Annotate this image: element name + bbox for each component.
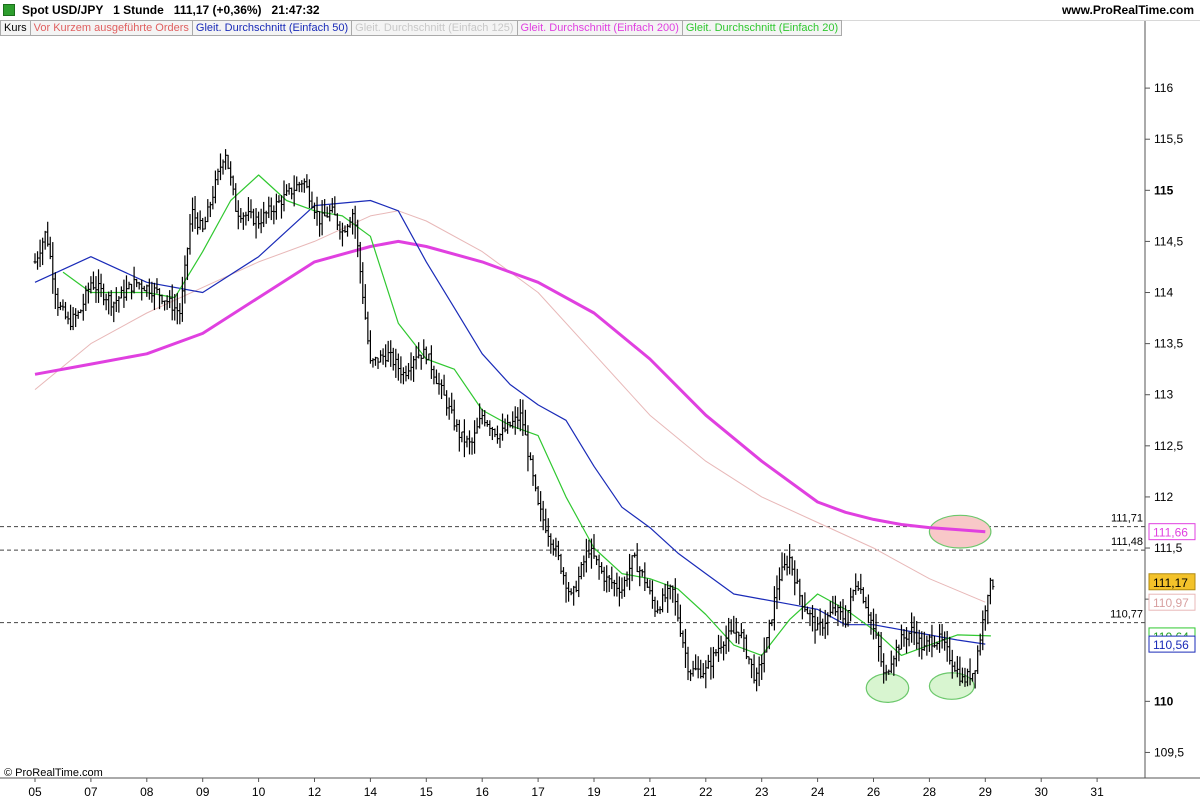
axes: 116 115,5 115 114,5 114 113,5 113 112,5 112 111,5… <box>0 20 1200 799</box>
price-bars <box>33 149 995 692</box>
y-tick-label: 115 <box>1154 183 1174 197</box>
legend-item-ma50[interactable]: Gleit. Durchschnitt (Einfach 50) <box>192 20 353 36</box>
x-tick-label: 14 <box>364 785 378 799</box>
x-tick-label: 12 <box>308 785 322 799</box>
x-tick-label: 15 <box>420 785 434 799</box>
legend-item-price[interactable]: Kurs <box>0 20 31 36</box>
x-tick-label: 05 <box>28 785 42 799</box>
x-tick-label: 22 <box>699 785 713 799</box>
legend-item-ma200[interactable]: Gleit. Durchschnitt (Einfach 200) <box>517 20 683 36</box>
value-tag-label: 110,56 <box>1153 638 1189 652</box>
x-tick-label: 30 <box>1035 785 1049 799</box>
x-tick-label: 07 <box>84 785 98 799</box>
horizontal-line-label: 111,48 <box>1111 536 1143 548</box>
x-tick-label: 26 <box>867 785 881 799</box>
y-tick-label: 109,5 <box>1154 745 1184 759</box>
y-tick-label: 116 <box>1154 81 1173 95</box>
value-tag-label: 111,66 <box>1153 526 1188 540</box>
x-tick-label: 16 <box>476 785 490 799</box>
y-tick-label: 113 <box>1154 388 1173 402</box>
instrument-title: Spot USD/JPY 1 Stunde 111,17 (+0,36%) 21… <box>22 3 320 17</box>
y-tick-label: 112 <box>1154 490 1173 504</box>
y-tick-label: 115,5 <box>1154 132 1183 146</box>
ma200-line <box>34 239 986 534</box>
y-tick-label: 110 <box>1154 694 1174 708</box>
x-tick-label: 19 <box>587 785 601 799</box>
ma20-line <box>62 174 991 657</box>
x-tick-label: 28 <box>923 785 937 799</box>
y-tick-label: 113,5 <box>1154 337 1183 351</box>
value-tag-label: 111,17 <box>1153 576 1188 590</box>
instrument-color-icon <box>3 4 15 16</box>
x-tick-label: 10 <box>252 785 266 799</box>
y-tick-label: 114 <box>1154 286 1173 300</box>
x-tick-label: 21 <box>643 785 657 799</box>
legend-item-ma125[interactable]: Gleit. Durchschnitt (Einfach 125) <box>352 20 518 36</box>
x-tick-label: 09 <box>196 785 210 799</box>
x-tick-label: 29 <box>979 785 993 799</box>
price-chart: 111,71111,48110,77 116115,5115114,511411… <box>0 20 1200 799</box>
legend: Kurs Vor Kurzem ausgeführte Orders Gleit… <box>0 20 843 36</box>
header-bar: Spot USD/JPY 1 Stunde 111,17 (+0,36%) 21… <box>0 0 1200 21</box>
horizontal-line-label: 111,71 <box>1111 513 1143 525</box>
ma125-line <box>34 210 986 603</box>
legend-item-ma20[interactable]: Gleit. Durchschnitt (Einfach 20) <box>682 20 843 36</box>
x-tick-label: 17 <box>531 785 545 799</box>
x-tick-label: 23 <box>755 785 769 799</box>
brand-link[interactable]: www.ProRealTime.com <box>1062 3 1194 17</box>
x-tick-label: 08 <box>140 785 154 799</box>
horizontal-line-label: 110,77 <box>1110 609 1143 621</box>
x-tick-label: 31 <box>1090 785 1104 799</box>
y-tick-label: 114,5 <box>1154 234 1183 248</box>
y-axis-panel <box>1145 37 1200 778</box>
copyright: © ProRealTime.com <box>4 767 103 779</box>
highlight-ellipse <box>865 673 910 703</box>
legend-item-orders[interactable]: Vor Kurzem ausgeführte Orders <box>30 20 193 36</box>
y-tick-label: 112,5 <box>1154 439 1183 453</box>
x-tick-label: 24 <box>811 785 825 799</box>
y-tick-label: 111,5 <box>1154 541 1183 555</box>
value-tag-label: 110,97 <box>1153 596 1189 610</box>
